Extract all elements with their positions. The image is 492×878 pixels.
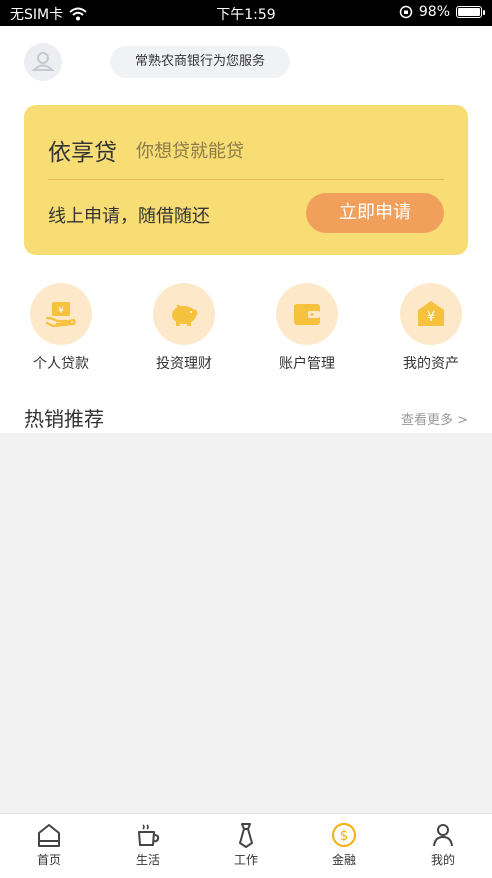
profile-icon bbox=[433, 824, 453, 847]
bank-notice: 常熟农商银行为您服务 bbox=[110, 46, 290, 78]
menu-label: 账户管理 bbox=[279, 356, 335, 372]
tab-label: 工作 bbox=[233, 853, 258, 867]
menu-icon-circle: ¥ bbox=[400, 283, 462, 345]
menu-item-assets[interactable]: ¥ 我的资产 bbox=[386, 283, 476, 373]
tab-label: 金融 bbox=[331, 853, 356, 867]
menu-label: 个人贷款 bbox=[33, 356, 89, 372]
avatar[interactable] bbox=[24, 43, 62, 81]
loan-card[interactable]: 依享贷 你想贷就能贷 线上申请，随借随还 立即申请 bbox=[24, 105, 468, 255]
assets-icon: ¥ bbox=[418, 301, 444, 326]
svg-text:¥: ¥ bbox=[427, 310, 435, 325]
loan-divider bbox=[48, 179, 444, 180]
menu-icon-circle: ¥ bbox=[30, 283, 92, 345]
menu-item-personal-loan[interactable]: ¥ 个人贷款 bbox=[16, 283, 106, 373]
orientation-lock-icon bbox=[399, 5, 413, 19]
svg-text:¥: ¥ bbox=[58, 306, 64, 316]
apply-button[interactable]: 立即申请 bbox=[306, 193, 444, 233]
menu-item-account[interactable]: 账户管理 bbox=[262, 283, 352, 373]
battery-icon bbox=[456, 6, 485, 18]
status-bar: 无SIM卡 下午1:59 98% bbox=[0, 0, 492, 26]
loan-slogan: 你想贷就能贷 bbox=[136, 141, 244, 162]
menu-label: 我的资产 bbox=[403, 356, 459, 372]
menu-item-investment[interactable]: 投资理财 bbox=[139, 283, 229, 373]
hot-content-area bbox=[0, 433, 492, 813]
tab-finance[interactable]: $ 金融 bbox=[309, 820, 379, 868]
tab-label: 生活 bbox=[135, 853, 160, 867]
loan-title: 依享贷 bbox=[48, 140, 117, 166]
tab-mine[interactable]: 我的 bbox=[408, 820, 478, 868]
status-right: 98% bbox=[399, 4, 485, 20]
tab-bar: 首页 生活 工作 $ 金融 我的 bbox=[0, 813, 492, 878]
loan-description: 线上申请，随借随还 bbox=[48, 206, 210, 227]
loan-icon: ¥ bbox=[45, 302, 76, 328]
tab-icon-wrap: $ bbox=[309, 820, 379, 850]
coin-icon: $ bbox=[331, 822, 357, 848]
tab-icon-wrap bbox=[113, 820, 183, 850]
see-more-link[interactable]: 查看更多 > bbox=[401, 409, 468, 428]
tab-home[interactable]: 首页 bbox=[14, 820, 84, 868]
tab-life[interactable]: 生活 bbox=[113, 820, 183, 868]
wallet-icon bbox=[294, 304, 320, 325]
tab-label: 我的 bbox=[430, 853, 455, 867]
tab-icon-wrap bbox=[408, 820, 478, 850]
menu-icon-circle bbox=[153, 283, 215, 345]
tie-icon bbox=[239, 823, 253, 848]
tab-work[interactable]: 工作 bbox=[211, 820, 281, 868]
menu-label: 投资理财 bbox=[156, 356, 212, 372]
piggy-bank-icon bbox=[172, 304, 198, 326]
person-icon bbox=[31, 52, 55, 71]
svg-text:$: $ bbox=[340, 828, 349, 844]
battery-percent: 98% bbox=[418, 4, 450, 20]
menu-icon-circle bbox=[276, 283, 338, 345]
home-icon bbox=[38, 824, 60, 847]
tab-icon-wrap bbox=[211, 820, 281, 850]
hot-section-title: 热销推荐 bbox=[24, 407, 104, 431]
battery-fill bbox=[458, 8, 480, 16]
tab-icon-wrap bbox=[14, 820, 84, 850]
quick-menu: ¥ 个人贷款 投资理财 账户管理 ¥ 我的资产 bbox=[0, 283, 492, 373]
tab-label: 首页 bbox=[36, 853, 61, 867]
cup-icon bbox=[138, 824, 160, 846]
